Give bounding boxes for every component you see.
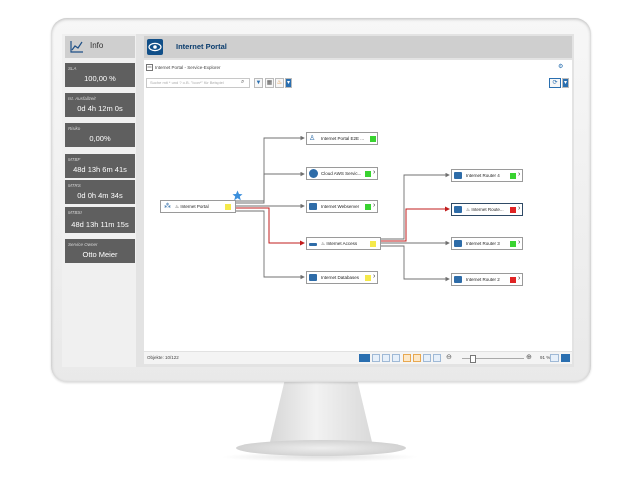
info-panel: Info SLA 100,00 % Ist. Ausfallzeit 0d 4h… [62, 34, 136, 367]
zoom-out-icon[interactable]: ⊖ [446, 353, 452, 361]
service-explorer: Internet Portal - Service-Explorer ⚙ Suc… [144, 60, 572, 364]
chevron-right-icon[interactable]: › [518, 205, 520, 212]
explorer-footer: Objekte: 10/122 ⊖ ⊕ 91 % [144, 351, 572, 364]
link-root-db [236, 210, 305, 280]
router-icon [454, 172, 462, 179]
export-button[interactable] [403, 354, 411, 362]
flame-icon: ♨ [466, 207, 471, 212]
status-indicator [365, 275, 371, 281]
chevron-right-icon[interactable]: › [373, 273, 375, 280]
chevron-right-icon[interactable]: › [518, 275, 520, 282]
status-indicator [510, 207, 516, 213]
info-title: Info [90, 41, 104, 50]
kubernetes-icon [309, 169, 318, 178]
monitor-stand-neck [270, 382, 372, 442]
link-root-access [236, 207, 305, 246]
node-internet-router-selected[interactable]: ♨ Internet Route... › [451, 203, 523, 216]
network-icon: ⁂ [164, 203, 172, 210]
flame-icon: ♨ [175, 204, 180, 209]
favorite-star-icon[interactable] [232, 190, 243, 201]
layout-button[interactable] [359, 354, 370, 362]
service-title: Internet Portal [176, 42, 227, 51]
chevron-right-icon[interactable]: › [518, 239, 520, 246]
link-root-e2e [236, 135, 305, 202]
status-indicator [510, 173, 516, 179]
status-indicator [370, 136, 376, 142]
node-internet-webserver[interactable]: Internet Webserver › [306, 200, 378, 213]
status-indicator [225, 204, 231, 210]
image-button[interactable] [423, 354, 431, 362]
status-indicator [370, 241, 376, 247]
node-internet-portal[interactable]: ⁂ ♨ Internet Portal [160, 200, 236, 213]
tile-sla: SLA 100,00 % [65, 63, 135, 87]
zoom-level: 91 % [540, 355, 551, 360]
tile-mtbsi: MTBSI 48d 13h 11m 15s [65, 207, 135, 233]
link-access-r2 [381, 245, 450, 282]
chevron-right-icon[interactable]: › [373, 202, 375, 209]
status-indicator [510, 241, 516, 247]
node-internet-databases[interactable]: Internet Databases › [306, 271, 378, 284]
node-internet-access[interactable]: ♨ Internet Access [306, 237, 381, 250]
server-icon [309, 203, 317, 210]
tile-risk: Risiko 0,00% [65, 123, 135, 147]
node-internet-router-3[interactable]: Internet Router 3 › [451, 237, 523, 250]
info-header: Info [65, 36, 135, 58]
monitor-stand-base [236, 440, 406, 456]
router-icon [309, 243, 317, 246]
link-root-aws [236, 171, 305, 204]
chevron-right-icon[interactable]: › [518, 171, 520, 178]
tile-downtime: Ist. Ausfallzeit 0d 4h 12m 0s [65, 93, 135, 117]
chart-line-icon [70, 41, 83, 53]
node-internet-router-4[interactable]: Internet Router 4 › [451, 169, 523, 182]
link-access-rx [381, 206, 450, 242]
fit-button[interactable] [372, 354, 380, 362]
tile-mtrs: MTRS 0d 0h 4m 34s [65, 180, 135, 204]
monitor-screen: Info SLA 100,00 % Ist. Ausfallzeit 0d 4h… [62, 34, 574, 367]
zoom-reset-button[interactable] [550, 354, 559, 362]
node-internet-router-2[interactable]: Internet Router 2 › [451, 273, 523, 286]
zoom-slider-handle[interactable] [470, 355, 476, 363]
user-icon: ♙ [309, 135, 317, 142]
chevron-right-icon[interactable]: › [373, 169, 375, 176]
node-internet-portal-e2e[interactable]: ♙ Internet Portal E2E ... [306, 132, 378, 145]
database-icon [309, 274, 317, 281]
flame-icon: ♨ [321, 241, 326, 246]
router-icon [454, 240, 462, 247]
zoom-in-icon[interactable]: ⊕ [526, 353, 532, 361]
tile-service-owner: Service Owner Otto Meier [65, 239, 135, 263]
link-access-r4 [381, 172, 450, 240]
status-indicator [365, 204, 371, 210]
router-icon [454, 276, 462, 283]
collapse-button[interactable] [392, 354, 400, 362]
tile-mtbf: MTBF 48d 13h 6m 41s [65, 154, 135, 178]
object-count: Objekte: 10/122 [147, 355, 179, 360]
settings-button[interactable] [433, 354, 441, 362]
eye-icon [147, 39, 163, 55]
status-indicator [365, 171, 371, 177]
status-indicator [510, 277, 516, 283]
expand-button[interactable] [382, 354, 390, 362]
router-icon [454, 206, 462, 213]
node-cloud-aws[interactable]: Cloud AWS Servic... › [306, 167, 378, 180]
print-button[interactable] [413, 354, 421, 362]
pause-button[interactable] [561, 354, 570, 362]
service-header: Internet Portal [144, 36, 572, 58]
